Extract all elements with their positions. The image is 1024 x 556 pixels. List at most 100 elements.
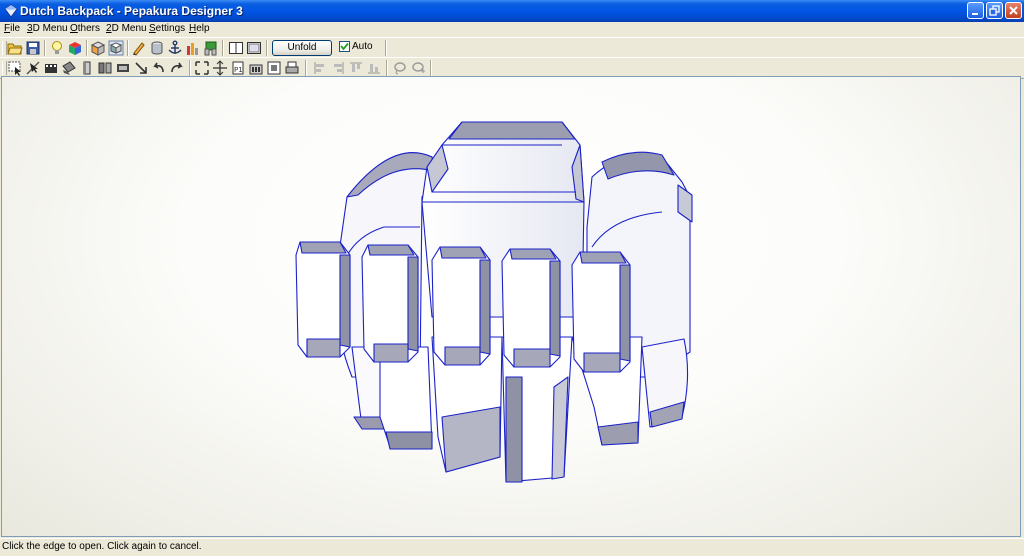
front-pouch-1 [295,241,351,358]
menu-file[interactable]: File [4,23,20,34]
anchor-icon [168,40,182,54]
toolbar-separator [86,40,88,56]
flag-tool-button[interactable] [203,40,219,56]
align-top-button[interactable] [348,60,364,76]
title-bar: Dutch Backpack - Pepakura Designer 3 [0,0,1024,22]
lasso-button[interactable] [392,60,408,76]
window-title: Dutch Backpack - Pepakura Designer 3 [20,4,243,18]
front-pouch-3 [431,246,491,366]
toolbar-separator [222,40,224,56]
front-pouch-5 [571,251,631,373]
move-tool-button[interactable] [133,60,149,76]
cube-tool-icon [90,41,106,56]
edge-tool-button[interactable] [25,60,41,76]
align-left-icon [314,62,324,74]
flag-tool-icon [204,41,217,56]
image-tool-button[interactable] [266,60,282,76]
unfold-button[interactable]: Unfold [272,40,332,56]
flap-tool-icon [83,61,91,75]
fold-tool-icon [62,61,76,75]
align-top-icon [350,62,362,72]
toolbar-separator [127,40,129,56]
cylinder-icon [151,41,163,55]
menu-3d[interactable]: 3D Menu [27,23,68,34]
auto-checkbox[interactable] [339,41,350,52]
lasso-icon [394,62,406,75]
menu-2d[interactable]: 2D Menu [106,23,147,34]
cube-tool-button[interactable] [90,40,106,56]
checkmark-icon [340,42,349,51]
close-button[interactable] [1005,2,1022,19]
menu-help[interactable]: Help [189,23,210,34]
toolbar-separator [44,40,46,56]
align-bottom-icon [368,64,380,74]
status-message: Click the edge to open. Click again to c… [2,541,202,552]
status-bar: Click the edge to open. Click again to c… [0,538,1024,556]
toolbar-separator [305,60,307,76]
join-tool-icon [98,62,112,74]
lightbulb-icon [52,41,62,54]
text-tool-icon [249,64,263,75]
print-button[interactable] [284,60,300,76]
redo-arrow-icon [171,62,183,73]
svg-text:P1: P1 [234,66,243,74]
zoom-fit-button[interactable] [212,60,228,76]
color-bars-button[interactable] [185,40,201,56]
light-button[interactable] [49,40,65,56]
toolbar-separator [266,40,268,56]
page-tool-button[interactable]: P1 [230,60,246,76]
save-button[interactable] [25,40,41,56]
single-pane-icon [229,42,243,54]
cut-tool-button[interactable] [43,60,59,76]
edit-button[interactable] [131,40,147,56]
restore-icon [989,5,1000,16]
zoom-box-button[interactable] [194,60,210,76]
rotate-tool-icon [117,64,129,72]
align-bottom-button[interactable] [366,60,382,76]
backpack-model[interactable] [2,77,1020,536]
undo-button[interactable] [151,60,167,76]
edge-tool-icon [26,61,40,75]
image-tool-icon [267,61,281,75]
minimize-button[interactable] [967,2,984,19]
menu-settings[interactable]: Settings [149,23,185,34]
align-right-icon [334,62,344,74]
open-file-icon [7,43,23,55]
redo-button[interactable] [169,60,185,76]
save-icon [26,41,40,55]
rotate-tool-button[interactable] [115,60,131,76]
print-icon [285,61,299,74]
open-button[interactable] [7,40,23,56]
lasso-add-icon [412,62,425,73]
cylinder-button[interactable] [149,40,165,56]
restore-button[interactable] [986,2,1003,19]
pencil-icon [133,42,145,56]
single-pane-button[interactable] [228,40,244,56]
select-tool-icon [8,61,21,76]
select-tool-button[interactable] [7,60,23,76]
app-icon [4,4,18,18]
fold-tool-button[interactable] [61,60,77,76]
color-bars-icon [187,43,198,55]
toolbar-separator [385,40,387,56]
dual-pane-button[interactable] [246,40,262,56]
lasso-add-button[interactable] [410,60,426,76]
texture-button[interactable] [67,40,83,56]
page-tool-icon: P1 [232,61,244,75]
text-tool-button[interactable] [248,60,264,76]
move-tool-icon [135,62,147,74]
close-icon [1009,6,1018,15]
face-button[interactable] [108,40,124,56]
cube-face-icon [108,40,124,56]
cut-tool-icon [45,64,57,73]
3d-viewport[interactable] [1,76,1021,537]
main-toolbar: Unfold Auto [0,37,1024,58]
align-left-button[interactable] [312,60,328,76]
join-tool-button[interactable] [97,60,113,76]
flap-tool-button[interactable] [79,60,95,76]
anchor-button[interactable] [167,40,183,56]
menu-others[interactable]: Others [70,23,100,34]
menu-bar: File 3D Menu Others 2D Menu Settings Hel… [0,22,1024,36]
toolbar-separator [386,60,388,76]
align-right-button[interactable] [330,60,346,76]
